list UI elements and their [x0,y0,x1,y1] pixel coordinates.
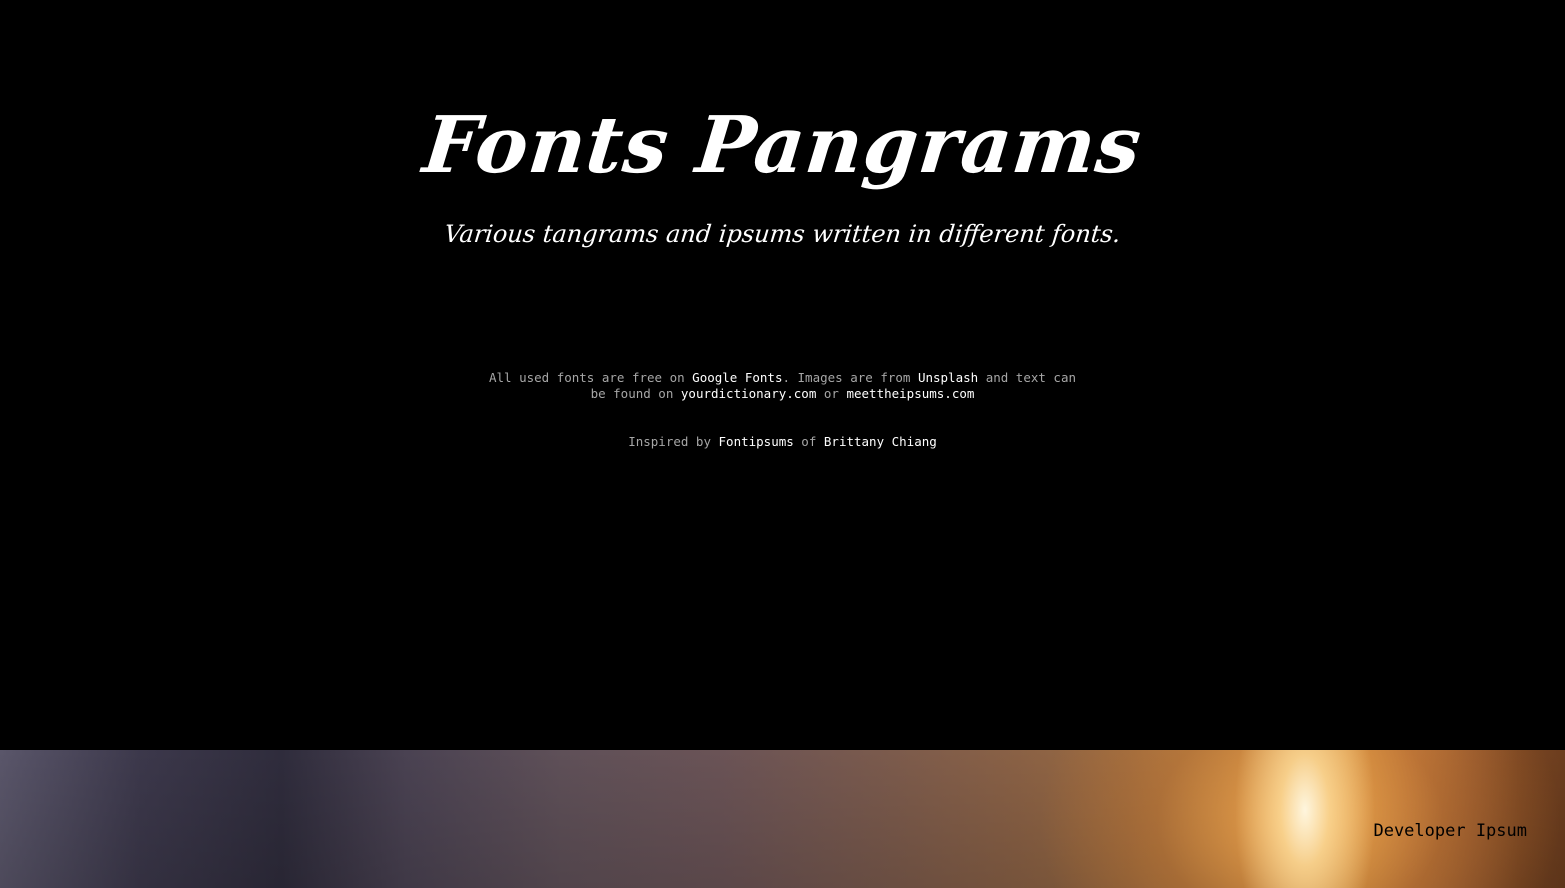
site-subtitle: Various tangrams and ipsums written in d… [443,220,1122,248]
page: Fonts Pangrams Various tangrams and ipsu… [0,0,1565,888]
credits-text-part: All used fonts are free on [488,370,693,385]
font-sample-card[interactable]: Developer Ipsum [0,750,1565,888]
yourdictionary-link[interactable]: yourdictionary.com [681,386,816,401]
fontipsums-link[interactable]: Fontipsums [719,434,794,449]
inspired-text-part: Inspired by [628,434,719,449]
credits-text-part: . Images are from [782,370,918,385]
credits-text-part: or [816,386,847,401]
card-label: Developer Ipsum [1373,821,1527,841]
inspired-text-part: of [793,434,824,449]
inspired-by-text: Inspired by Fontipsums of Brittany Chian… [0,434,1565,450]
google-fonts-link[interactable]: Google Fonts [692,370,782,385]
credits-text: All used fonts are free on Google Fonts.… [488,370,1077,402]
site-title: Fonts Pangrams [419,100,1147,191]
author-link[interactable]: Brittany Chiang [824,434,937,449]
unsplash-link[interactable]: Unsplash [918,370,978,385]
meettheipsums-link[interactable]: meettheipsums.com [846,386,974,401]
